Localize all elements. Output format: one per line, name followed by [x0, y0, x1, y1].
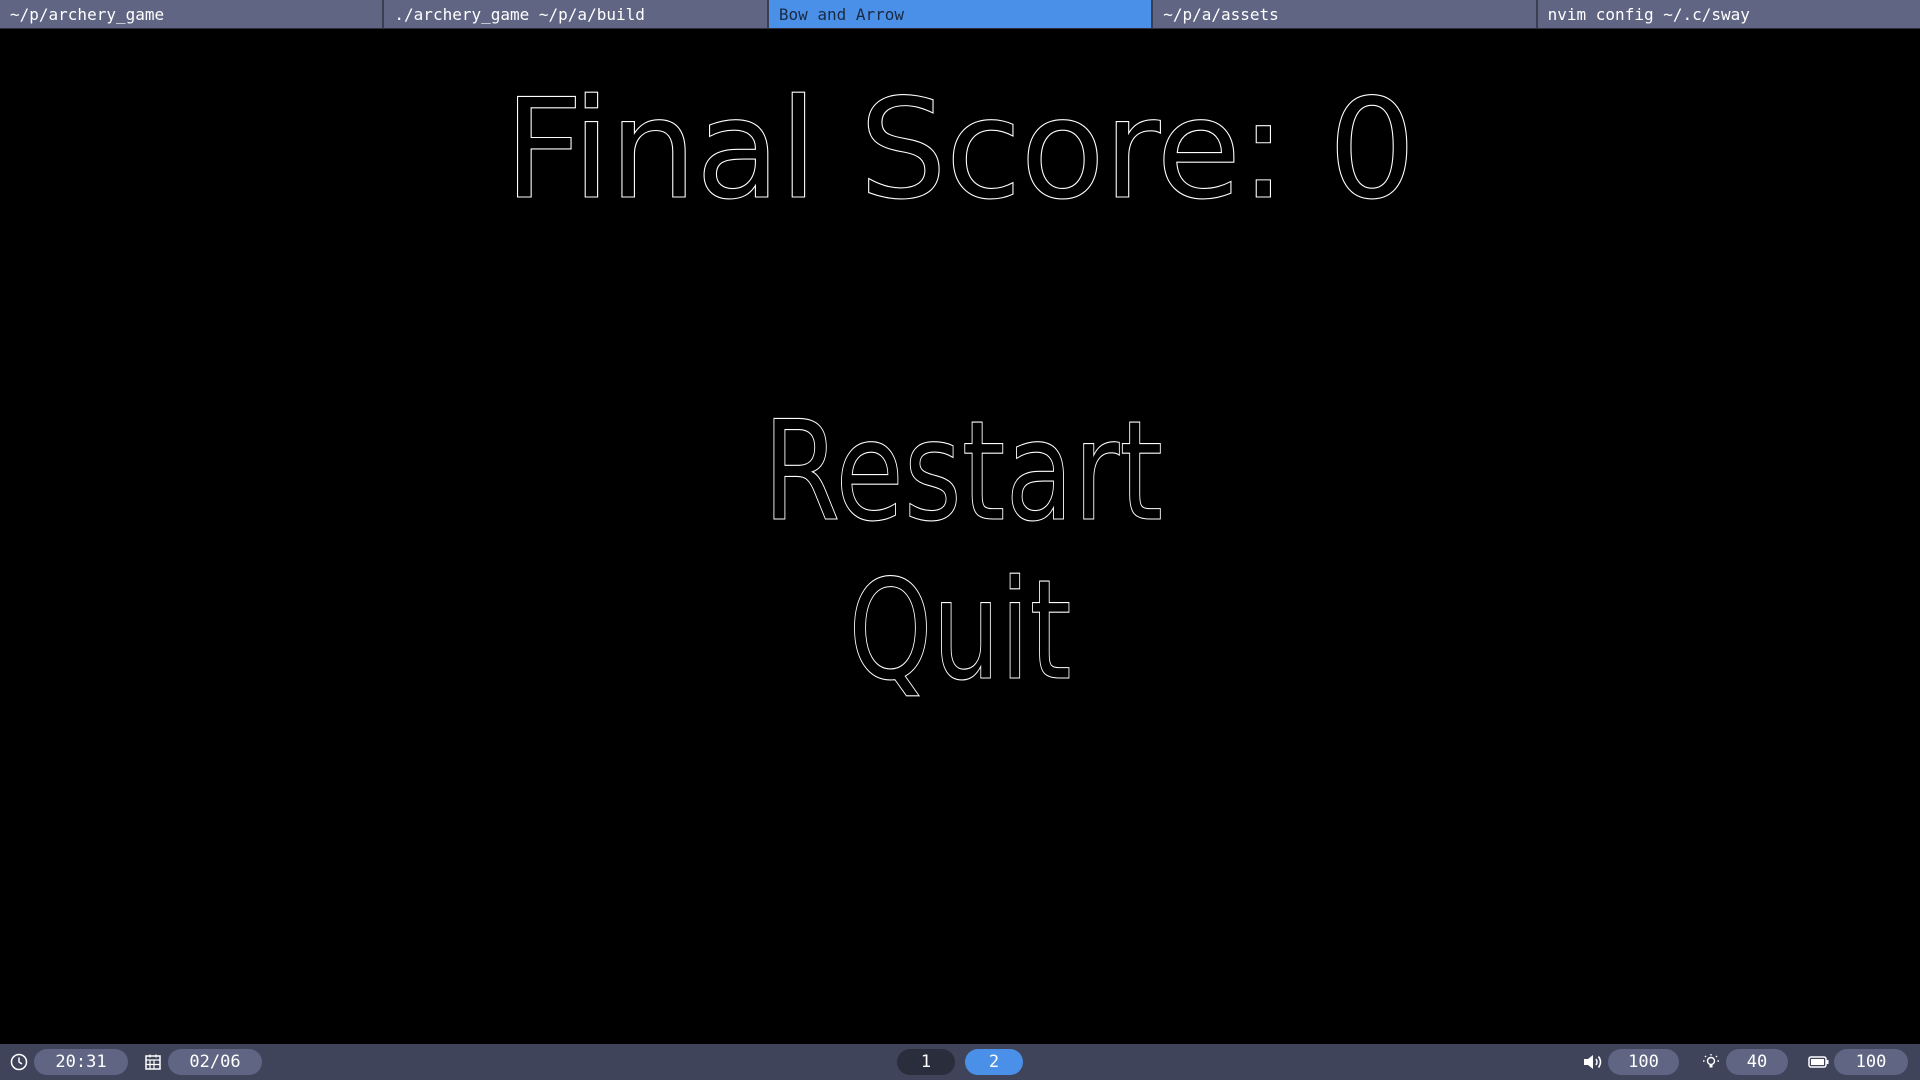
battery-icon [1808, 1051, 1830, 1073]
window-tab-bar: ~/p/archery_game ./archery_game ~/p/a/bu… [0, 0, 1920, 29]
quit-button[interactable]: Quit [848, 549, 1072, 711]
battery-module: 100 [1808, 1049, 1908, 1075]
battery-value: 100 [1834, 1049, 1908, 1075]
restart-button[interactable]: Restart [762, 390, 1163, 552]
window-tab-bow-and-arrow[interactable]: Bow and Arrow [768, 0, 1154, 29]
game-canvas: Final Score: 0 Restart Quit [503, 68, 1416, 711]
lightbulb-icon [1700, 1051, 1722, 1073]
status-bar: 20:31 02/06 1 2 100 40 100 [0, 1044, 1920, 1080]
final-score-text: Final Score: 0 [504, 69, 1416, 230]
workspace-2-button[interactable]: 2 [965, 1049, 1023, 1075]
volume-value: 100 [1608, 1049, 1679, 1075]
clock-module: 20:31 [8, 1049, 128, 1075]
window-tab-nvim-config[interactable]: nvim config ~/.c/sway [1537, 0, 1920, 29]
calendar-icon [142, 1051, 164, 1073]
workspace-1-button[interactable]: 1 [897, 1049, 955, 1075]
speaker-icon [1582, 1051, 1604, 1073]
window-tab-archery-game[interactable]: ~/p/archery_game [0, 0, 385, 29]
clock-value: 20:31 [34, 1049, 128, 1075]
game-window: Final Score: 0 Restart Quit [0, 29, 1920, 1044]
window-tab-build[interactable]: ./archery_game ~/p/a/build [384, 0, 769, 29]
brightness-value: 40 [1726, 1049, 1788, 1075]
date-value: 02/06 [168, 1049, 262, 1075]
window-tab-assets[interactable]: ~/p/a/assets [1153, 0, 1538, 29]
screen: ~/p/archery_game ./archery_game ~/p/a/bu… [0, 0, 1920, 1080]
date-module: 02/06 [142, 1049, 262, 1075]
brightness-module[interactable]: 40 [1700, 1049, 1788, 1075]
volume-module[interactable]: 100 [1582, 1049, 1679, 1075]
clock-icon [8, 1051, 30, 1073]
